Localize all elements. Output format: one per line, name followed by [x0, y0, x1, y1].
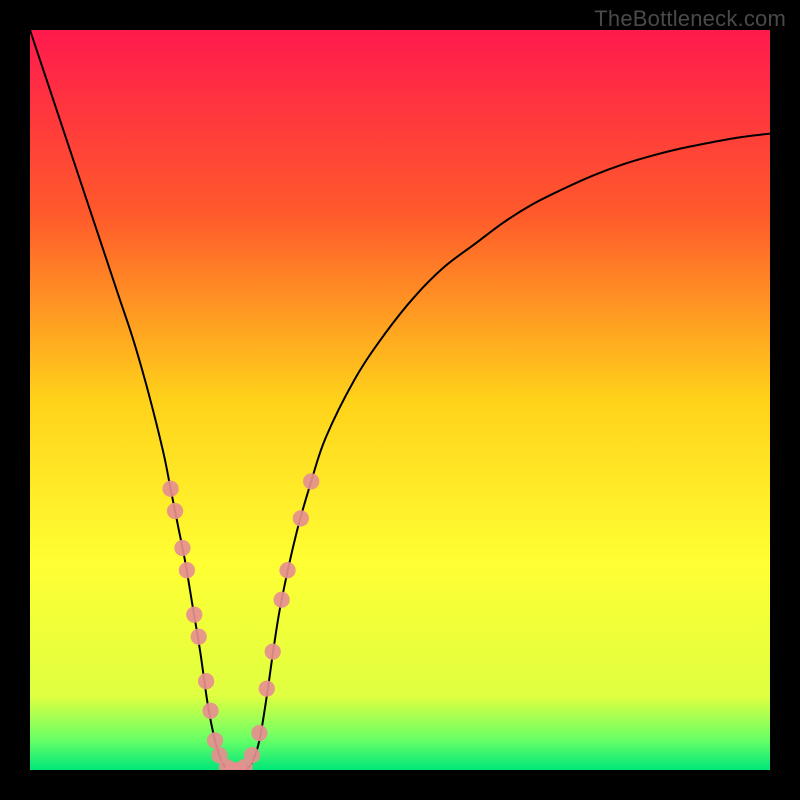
data-marker — [259, 680, 275, 696]
data-marker — [198, 673, 214, 689]
data-marker — [303, 473, 319, 489]
watermark-text: TheBottleneck.com — [594, 6, 786, 32]
data-marker — [202, 703, 218, 719]
data-marker — [273, 592, 289, 608]
data-marker — [251, 725, 267, 741]
gradient-background — [30, 30, 770, 770]
bottleneck-chart — [30, 30, 770, 770]
data-marker — [207, 732, 223, 748]
data-marker — [174, 540, 190, 556]
chart-container: TheBottleneck.com — [0, 0, 800, 800]
data-marker — [162, 481, 178, 497]
data-marker — [279, 562, 295, 578]
data-marker — [167, 503, 183, 519]
data-marker — [191, 629, 207, 645]
data-marker — [265, 643, 281, 659]
data-marker — [179, 562, 195, 578]
data-marker — [244, 747, 260, 763]
data-marker — [186, 606, 202, 622]
data-marker — [293, 510, 309, 526]
